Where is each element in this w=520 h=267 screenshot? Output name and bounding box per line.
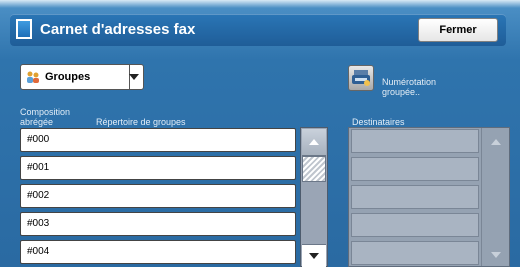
- speed-dial-column-header: Composition abrégée: [20, 107, 71, 127]
- recipients-scrollbar[interactable]: [481, 128, 510, 266]
- group-list: #000 #001 #002 #003 #004: [20, 127, 298, 267]
- recipients-list: [348, 127, 510, 267]
- fax-address-book-panel: Carnet d'adresses fax Fermer Groupes Num…: [0, 0, 520, 267]
- scroll-thumb[interactable]: [302, 156, 326, 182]
- fax-group-icon: [352, 70, 370, 86]
- page-title: Carnet d'adresses fax: [40, 21, 196, 38]
- recipients-column-header: Destinataires: [352, 117, 405, 127]
- close-button[interactable]: Fermer: [418, 18, 498, 42]
- recipients-scroll-up-button[interactable]: [483, 129, 509, 155]
- list-item[interactable]: #003: [20, 212, 296, 236]
- list-item[interactable]: #004: [20, 240, 296, 264]
- scroll-up-button[interactable]: [302, 129, 326, 156]
- group-directory-column-header: Répertoire de groupes: [96, 117, 186, 127]
- list-item[interactable]: #001: [20, 156, 296, 180]
- list-item[interactable]: #000: [20, 128, 296, 152]
- recipient-slot: [351, 129, 479, 153]
- address-book-icon: [16, 19, 32, 39]
- view-dropdown[interactable]: Groupes: [20, 64, 144, 90]
- recipient-slot: [351, 241, 479, 265]
- chevron-down-icon: [129, 74, 139, 80]
- group-dial-button[interactable]: [348, 65, 374, 91]
- group-list-scrollbar[interactable]: [300, 127, 328, 267]
- list-item[interactable]: #002: [20, 184, 296, 208]
- group-dial-label: Numérotation groupée..: [382, 77, 437, 97]
- recipient-slot: [351, 157, 479, 181]
- scroll-down-button[interactable]: [302, 244, 326, 267]
- recipient-slot: [351, 213, 479, 237]
- dropdown-selected-label: Groupes: [45, 71, 91, 83]
- title-bar: Carnet d'adresses fax Fermer: [10, 14, 506, 46]
- group-people-icon: [27, 71, 39, 83]
- recipient-slot: [351, 185, 479, 209]
